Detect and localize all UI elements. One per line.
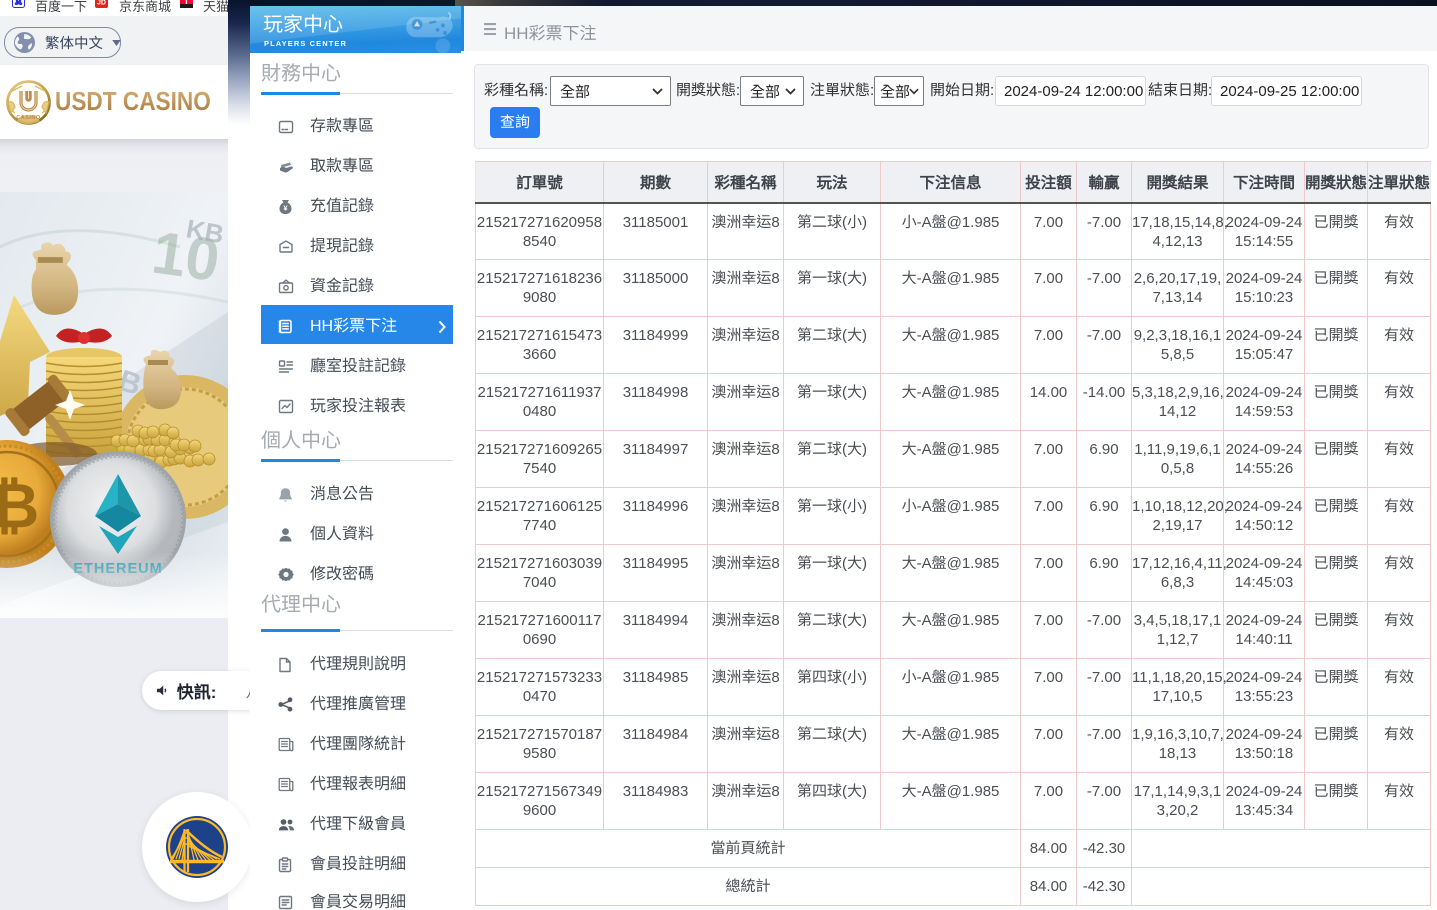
svg-text:CASINO: CASINO [16,115,41,121]
svg-text:KB: KB [184,213,226,249]
svg-text:₿: ₿ [0,472,39,541]
svg-text:JD: JD [97,0,106,7]
svg-text:T: T [184,0,189,6]
